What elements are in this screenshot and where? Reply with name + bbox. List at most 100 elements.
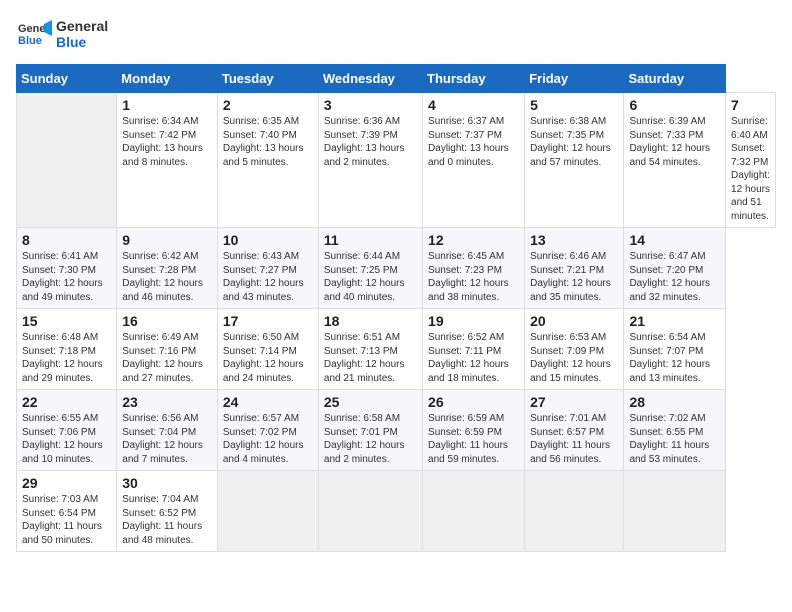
daylight-text: Daylight: 12 hours and 29 minutes. (22, 359, 103, 384)
day-info: Sunrise: 6:39 AMSunset: 7:33 PMDaylight:… (629, 115, 720, 169)
calendar-cell (525, 471, 624, 552)
sunset-text: Sunset: 6:55 PM (629, 427, 703, 438)
calendar-cell: 13Sunrise: 6:46 AMSunset: 7:21 PMDayligh… (525, 228, 624, 309)
sunset-text: Sunset: 7:01 PM (324, 427, 398, 438)
calendar-cell (423, 471, 525, 552)
calendar-cell: 4Sunrise: 6:37 AMSunset: 7:37 PMDaylight… (423, 93, 525, 228)
day-info: Sunrise: 6:35 AMSunset: 7:40 PMDaylight:… (223, 115, 313, 169)
daylight-text: Daylight: 11 hours and 53 minutes. (629, 440, 709, 465)
day-info: Sunrise: 6:49 AM Sunset: 7:16 PM Daylight:… (122, 331, 212, 385)
daylight-text: Daylight: 12 hours and 40 minutes. (324, 278, 405, 303)
daylight-text: Daylight: 12 hours and 27 minutes. (122, 359, 203, 384)
day-info: Sunrise: 6:43 AMSunset: 7:27 PMDaylight:… (223, 250, 313, 304)
sunrise-text: Sunrise: 6:38 AM (530, 116, 606, 127)
sunset-text: Sunset: 7:42 PM (122, 130, 196, 141)
daylight-text: Daylight: 12 hours and 35 minutes. (530, 278, 611, 303)
calendar-row: 1 Sunrise: 6:34 AMSunset: 7:42 PMDaylight… (17, 93, 776, 228)
day-number: 10 (223, 232, 313, 248)
daylight-text: Daylight: 13 hours and 2 minutes. (324, 143, 405, 168)
sunset-text: Sunset: 7:30 PM (22, 265, 96, 276)
calendar-cell: 3Sunrise: 6:36 AMSunset: 7:39 PMDaylight… (318, 93, 422, 228)
day-number: 23 (122, 394, 212, 410)
day-number: 27 (530, 394, 618, 410)
calendar-cell: 8 Sunrise: 6:41 AMSunset: 7:30 PMDaylight… (17, 228, 117, 309)
sunset-text: Sunset: 6:52 PM (122, 508, 196, 519)
day-number: 12 (428, 232, 519, 248)
sunset-text: Sunset: 7:35 PM (530, 130, 604, 141)
sunrise-text: Sunrise: 6:42 AM (122, 251, 198, 262)
day-number: 8 (22, 232, 111, 248)
calendar-row: 29Sunrise: 7:03 AMSunset: 6:54 PMDayligh… (17, 471, 776, 552)
calendar-row: 22 Sunrise: 6:55 AMSunset: 7:06 PMDayligh… (17, 390, 776, 471)
day-info: Sunrise: 6:54 AMSunset: 7:07 PMDaylight:… (629, 331, 720, 385)
weekday-header: Saturday (624, 65, 726, 93)
day-number: 16 (122, 313, 212, 329)
daylight-text: Daylight: 11 hours and 48 minutes. (122, 521, 202, 546)
day-number: 17 (223, 313, 313, 329)
sunset-text: Sunset: 7:27 PM (223, 265, 297, 276)
sunrise-text: Sunrise: 6:49 AM (122, 332, 198, 343)
sunset-text: Sunset: 7:13 PM (324, 346, 398, 357)
day-number: 6 (629, 97, 720, 113)
logo-icon: General Blue (16, 16, 52, 52)
day-info: Sunrise: 6:50 AMSunset: 7:14 PMDaylight:… (223, 331, 313, 385)
day-info: Sunrise: 6:56 AMSunset: 7:04 PMDaylight:… (122, 412, 212, 466)
calendar-cell: 6 Sunrise: 6:39 AMSunset: 7:33 PMDaylight… (624, 93, 726, 228)
sunrise-text: Sunrise: 6:53 AM (530, 332, 606, 343)
sunrise-text: Sunrise: 6:58 AM (324, 413, 400, 424)
day-info: Sunrise: 6:41 AMSunset: 7:30 PMDaylight:… (22, 250, 111, 304)
sunset-text: Sunset: 7:07 PM (629, 346, 703, 357)
sunset-text: Sunset: 7:28 PM (122, 265, 196, 276)
day-info: Sunrise: 6:52 AMSunset: 7:11 PMDaylight:… (428, 331, 519, 385)
day-number: 20 (530, 313, 618, 329)
calendar-cell: 9Sunrise: 6:42 AMSunset: 7:28 PMDaylight… (117, 228, 218, 309)
day-info: Sunrise: 6:34 AMSunset: 7:42 PMDaylight:… (122, 115, 212, 169)
sunrise-text: Sunrise: 7:03 AM (22, 494, 98, 505)
sunset-text: Sunset: 7:20 PM (629, 265, 703, 276)
day-number: 11 (324, 232, 417, 248)
day-number: 15 (22, 313, 111, 329)
calendar-cell: 28Sunrise: 7:02 AMSunset: 6:55 PMDayligh… (624, 390, 726, 471)
daylight-text: Daylight: 13 hours and 8 minutes. (122, 143, 203, 168)
calendar-cell: 19Sunrise: 6:52 AMSunset: 7:11 PMDayligh… (423, 309, 525, 390)
daylight-text: Daylight: 12 hours and 38 minutes. (428, 278, 509, 303)
day-number: 14 (629, 232, 720, 248)
day-info: Sunrise: 7:04 AM Sunset: 6:52 PM Daylight:… (122, 493, 212, 547)
sunrise-text: Sunrise: 7:02 AM (629, 413, 705, 424)
weekday-header: Thursday (423, 65, 525, 93)
day-number: 22 (22, 394, 111, 410)
daylight-text: Daylight: 12 hours and 24 minutes. (223, 359, 304, 384)
daylight-text: Daylight: 12 hours and 15 minutes. (530, 359, 611, 384)
daylight-text: Daylight: 12 hours and 21 minutes. (324, 359, 405, 384)
sunrise-text: Sunrise: 7:04 AM (122, 494, 198, 505)
calendar-cell: 16 Sunrise: 6:49 AM Sunset: 7:16 PM Dayligh… (117, 309, 218, 390)
sunrise-text: Sunrise: 6:52 AM (428, 332, 504, 343)
daylight-text: Daylight: 13 hours and 0 minutes. (428, 143, 509, 168)
calendar-cell: 27Sunrise: 7:01 AMSunset: 6:57 PMDayligh… (525, 390, 624, 471)
calendar-row: 15Sunrise: 6:48 AMSunset: 7:18 PMDayligh… (17, 309, 776, 390)
sunset-text: Sunset: 7:16 PM (122, 346, 196, 357)
calendar-cell: 12Sunrise: 6:45 AMSunset: 7:23 PMDayligh… (423, 228, 525, 309)
calendar-cell: 10 Sunrise: 6:43 AMSunset: 7:27 PMDayligh… (217, 228, 318, 309)
day-number: 13 (530, 232, 618, 248)
calendar-cell: 25Sunrise: 6:58 AMSunset: 7:01 PMDayligh… (318, 390, 422, 471)
day-info: Sunrise: 6:47 AMSunset: 7:20 PMDaylight:… (629, 250, 720, 304)
sunrise-text: Sunrise: 6:55 AM (22, 413, 98, 424)
daylight-text: Daylight: 12 hours and 2 minutes. (324, 440, 405, 465)
sunrise-text: Sunrise: 6:40 AM (731, 116, 768, 141)
daylight-text: Daylight: 12 hours and 32 minutes. (629, 278, 710, 303)
daylight-text: Daylight: 11 hours and 50 minutes. (22, 521, 102, 546)
sunset-text: Sunset: 6:57 PM (530, 427, 604, 438)
sunset-text: Sunset: 6:54 PM (22, 508, 96, 519)
sunset-text: Sunset: 7:37 PM (428, 130, 502, 141)
sunrise-text: Sunrise: 6:35 AM (223, 116, 299, 127)
sunset-text: Sunset: 7:11 PM (428, 346, 501, 357)
sunrise-text: Sunrise: 6:39 AM (629, 116, 705, 127)
weekday-header: Wednesday (318, 65, 422, 93)
day-info: Sunrise: 6:55 AMSunset: 7:06 PMDaylight:… (22, 412, 111, 466)
day-info: Sunrise: 6:38 AMSunset: 7:35 PMDaylight:… (530, 115, 618, 169)
day-number: 1 (122, 97, 212, 113)
sunrise-text: Sunrise: 6:54 AM (629, 332, 705, 343)
calendar-cell: 1 Sunrise: 6:34 AMSunset: 7:42 PMDaylight… (117, 93, 218, 228)
day-number: 9 (122, 232, 212, 248)
